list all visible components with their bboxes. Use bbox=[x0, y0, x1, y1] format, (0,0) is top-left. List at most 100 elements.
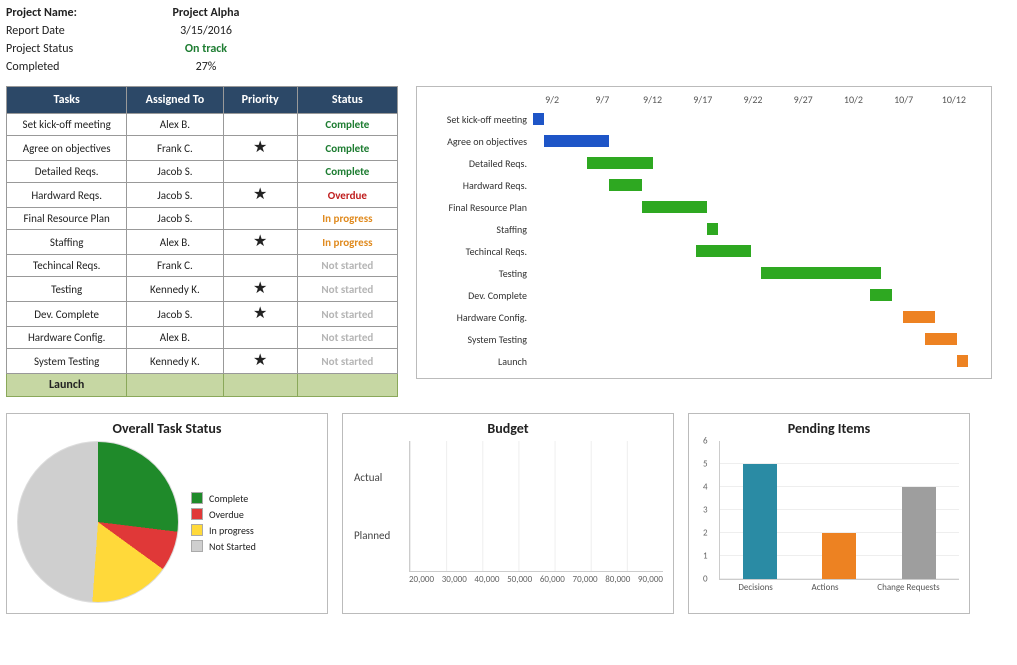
completed-label: Completed bbox=[6, 60, 146, 74]
pie-graphic bbox=[17, 441, 179, 603]
gantt-row: Dev. Complete bbox=[419, 284, 979, 306]
pending-y-tick: 3 bbox=[703, 505, 708, 516]
col-assignee: Assigned To bbox=[127, 87, 223, 114]
gantt-date-tick: 9/17 bbox=[678, 93, 728, 106]
legend-label: Complete bbox=[209, 492, 248, 505]
pending-decisions-bar bbox=[743, 464, 777, 579]
task-table: Tasks Assigned To Priority Status Set ki… bbox=[6, 86, 398, 397]
table-row: Hardware Config. Alex B. Not started bbox=[7, 327, 398, 349]
task-status: In progress bbox=[297, 208, 397, 230]
gantt-track bbox=[533, 157, 979, 169]
gantt-track bbox=[533, 179, 979, 191]
gantt-date-tick: 9/12 bbox=[627, 93, 677, 106]
project-info: Project Name: Project Alpha Report Date … bbox=[6, 6, 1011, 74]
task-assignee: Alex B. bbox=[127, 114, 223, 136]
pending-y-tick: 2 bbox=[703, 528, 708, 539]
gantt-row-label: Set kick-off meeting bbox=[419, 113, 533, 126]
gantt-row: Set kick-off meeting bbox=[419, 108, 979, 130]
gantt-track bbox=[533, 135, 979, 147]
task-table-header: Tasks Assigned To Priority Status bbox=[7, 87, 398, 114]
task-priority: ★ bbox=[223, 183, 297, 208]
budget-axis-tick: 40,000 bbox=[474, 574, 499, 585]
gantt-bar bbox=[925, 333, 958, 345]
gantt-track bbox=[533, 333, 979, 345]
budget-axis-tick: 30,000 bbox=[442, 574, 467, 585]
task-priority: ★ bbox=[223, 230, 297, 255]
legend-swatch bbox=[191, 508, 203, 520]
star-icon: ★ bbox=[253, 138, 267, 157]
gantt-track bbox=[533, 311, 979, 323]
task-name: Hardware Config. bbox=[7, 327, 127, 349]
gantt-row: Staffing bbox=[419, 218, 979, 240]
gantt-date-tick: 10/7 bbox=[879, 93, 929, 106]
task-assignee: Jacob S. bbox=[127, 161, 223, 183]
gantt-header: 9/29/79/129/179/229/2710/210/710/12 bbox=[527, 93, 979, 106]
pie-title: Overall Task Status bbox=[17, 420, 317, 437]
legend-item: Not Started bbox=[191, 540, 256, 553]
task-priority bbox=[223, 327, 297, 349]
pending-change-requests-bar bbox=[902, 487, 936, 579]
report-date-value: 3/15/2016 bbox=[146, 24, 266, 38]
legend-swatch bbox=[191, 540, 203, 552]
star-icon: ★ bbox=[253, 232, 267, 251]
task-priority bbox=[223, 114, 297, 136]
gantt-date-tick: 9/27 bbox=[778, 93, 828, 106]
gantt-date-tick: 9/7 bbox=[577, 93, 627, 106]
budget-axis-tick: 20,000 bbox=[409, 574, 434, 585]
gantt-bar bbox=[696, 245, 750, 257]
overall-task-status-chart: Overall Task Status CompleteOverdueIn pr… bbox=[6, 413, 328, 614]
budget-planned-label: Planned bbox=[354, 519, 404, 551]
gantt-bar bbox=[707, 223, 718, 235]
gantt-row-label: Detailed Reqs. bbox=[419, 157, 533, 170]
task-assignee: Jacob S. bbox=[127, 302, 223, 327]
gantt-track bbox=[533, 245, 979, 257]
task-name: Hardward Reqs. bbox=[7, 183, 127, 208]
budget-actual-label: Actual bbox=[354, 461, 404, 493]
table-row: Agree on objectives Frank C. ★ Complete bbox=[7, 136, 398, 161]
project-name-label: Project Name: bbox=[6, 6, 146, 20]
task-priority: ★ bbox=[223, 349, 297, 374]
pending-x-labels: DecisionsActionsChange Requests bbox=[719, 582, 959, 593]
task-name: System Testing bbox=[7, 349, 127, 374]
task-priority: ★ bbox=[223, 302, 297, 327]
gantt-track bbox=[533, 201, 979, 213]
task-priority: ★ bbox=[223, 136, 297, 161]
gantt-row: Detailed Reqs. bbox=[419, 152, 979, 174]
gantt-row: System Testing bbox=[419, 328, 979, 350]
gantt-bar bbox=[544, 135, 609, 147]
gantt-track bbox=[533, 355, 979, 367]
budget-chart: Budget Actual Planned 20,00030,00040,000… bbox=[342, 413, 674, 614]
gantt-row: Launch bbox=[419, 350, 979, 372]
legend-label: Not Started bbox=[209, 540, 256, 553]
task-priority bbox=[223, 161, 297, 183]
pending-y-tick: 0 bbox=[703, 574, 708, 585]
gantt-row: Final Resource Plan bbox=[419, 196, 979, 218]
table-row: Staffing Alex B. ★ In progress bbox=[7, 230, 398, 255]
pie-legend: CompleteOverdueIn progressNot Started bbox=[191, 489, 256, 556]
gantt-date-tick: 9/22 bbox=[728, 93, 778, 106]
gantt-bar bbox=[533, 113, 544, 125]
task-assignee: Kennedy K. bbox=[127, 277, 223, 302]
budget-axis-tick: 50,000 bbox=[507, 574, 532, 585]
task-priority: ★ bbox=[223, 277, 297, 302]
task-assignee: Jacob S. bbox=[127, 208, 223, 230]
table-row: Dev. Complete Jacob S. ★ Not started bbox=[7, 302, 398, 327]
task-name: Agree on objectives bbox=[7, 136, 127, 161]
gantt-row-label: System Testing bbox=[419, 333, 533, 346]
budget-x-axis: 20,00030,00040,00050,00060,00070,00080,0… bbox=[409, 574, 663, 585]
task-assignee: Alex B. bbox=[127, 230, 223, 255]
task-status: Not started bbox=[297, 349, 397, 374]
table-row: Testing Kennedy K. ★ Not started bbox=[7, 277, 398, 302]
task-status: Not started bbox=[297, 255, 397, 277]
task-status: Overdue bbox=[297, 183, 397, 208]
legend-item: Complete bbox=[191, 492, 256, 505]
task-assignee: Alex B. bbox=[127, 327, 223, 349]
gantt-row-label: Agree on objectives bbox=[419, 135, 533, 148]
gantt-bar bbox=[761, 267, 881, 279]
gantt-row-label: Hardward Reqs. bbox=[419, 179, 533, 192]
budget-axis-tick: 90,000 bbox=[638, 574, 663, 585]
task-status: Not started bbox=[297, 327, 397, 349]
budget-axis-tick: 80,000 bbox=[605, 574, 630, 585]
completed-value: 27% bbox=[146, 60, 266, 74]
task-name: Staffing bbox=[7, 230, 127, 255]
